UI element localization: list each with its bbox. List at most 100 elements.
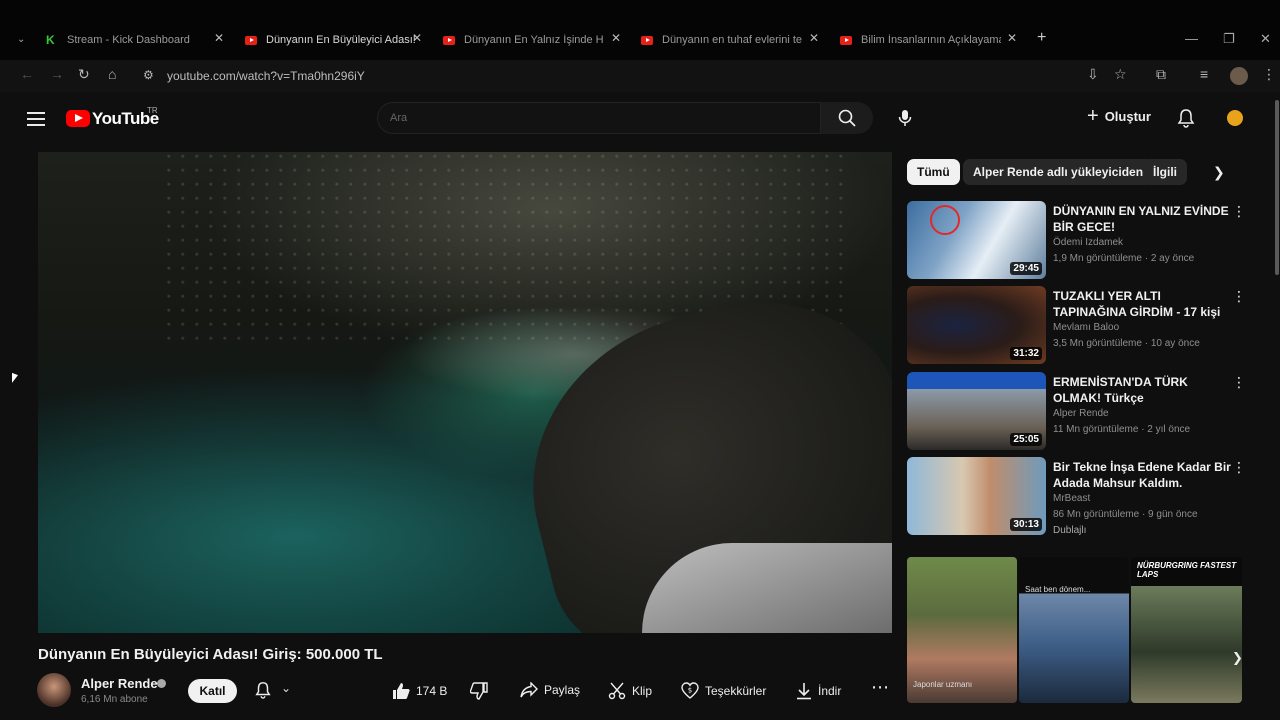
- kebab-menu-icon[interactable]: ⋮: [1232, 374, 1246, 391]
- browser-tab-kick[interactable]: K Stream - Kick Dashboard: [46, 28, 217, 52]
- dislike-button[interactable]: [470, 682, 494, 700]
- chip-related[interactable]: İlgili: [1143, 159, 1187, 185]
- tab-close-icon[interactable]: ✕: [214, 31, 224, 45]
- browser-tab-active-video[interactable]: Dünyanın En Büyüleyici Adası!: [245, 28, 416, 52]
- browser-menu-icon[interactable]: ⋮: [1262, 66, 1276, 83]
- thumbnail-circle-mark: [930, 205, 960, 235]
- short-caption: Saat ben dönem...: [1025, 585, 1091, 594]
- youtube-favicon-icon: [641, 35, 653, 45]
- recommendation-channel[interactable]: Ödemi Izdamek: [1053, 237, 1123, 248]
- thanks-button[interactable]: $ Teşekkürler: [681, 682, 766, 700]
- plus-icon: +: [1087, 105, 1099, 127]
- tab-title: Dünyanın En Büyüleyici Adası!: [266, 34, 416, 46]
- recommendation-channel[interactable]: MrBeast: [1053, 493, 1090, 504]
- recommendation-title[interactable]: TUZAKLI YER ALTI TAPINAĞINA GİRDİM - 17 …: [1053, 288, 1235, 320]
- tab-title: Stream - Kick Dashboard: [67, 34, 190, 46]
- subscriber-count: 6,16 Mn abone: [81, 694, 148, 705]
- close-window-icon[interactable]: ✕: [1260, 31, 1271, 47]
- thumbs-up-icon: [393, 683, 410, 699]
- recommendation-channel[interactable]: Mevlamı Baloo: [1053, 322, 1119, 333]
- share-button[interactable]: Paylaş: [520, 682, 580, 698]
- scissors-icon: [608, 682, 626, 700]
- browser-tab-video-4[interactable]: Bilim İnsanlarının Açıklayamad: [840, 28, 1001, 52]
- recommendation-meta: 3,5 Mn görüntüleme · 10 ay önce: [1053, 338, 1200, 349]
- channel-avatar[interactable]: [37, 673, 71, 707]
- video-duration: 31:32: [1010, 347, 1042, 360]
- short-thumbnail[interactable]: Japonlar uzmanı: [907, 557, 1017, 703]
- more-actions-icon[interactable]: ⋯: [871, 677, 889, 698]
- recommendation-channel[interactable]: Alper Rende: [1053, 408, 1109, 419]
- create-button[interactable]: + Oluştur: [1087, 105, 1151, 127]
- minimize-icon[interactable]: —: [1185, 31, 1198, 46]
- search-button[interactable]: [821, 102, 873, 134]
- recommendation-title[interactable]: Bir Tekne İnşa Edene Kadar Bir Adada Mah…: [1053, 459, 1235, 491]
- share-icon: [520, 682, 538, 698]
- youtube-favicon-icon: [443, 35, 455, 45]
- chip-from-uploader[interactable]: Alper Rende adlı yükleyiciden: [963, 159, 1154, 185]
- page-scrollbar[interactable]: [1275, 100, 1279, 275]
- video-thumbnail[interactable]: 30:13: [907, 457, 1046, 535]
- join-button[interactable]: Katıl: [188, 679, 237, 703]
- like-button[interactable]: 174 B: [392, 682, 447, 700]
- download-icon: [797, 683, 811, 700]
- tab-search-chevron-icon[interactable]: ⌄: [17, 34, 25, 45]
- url-field[interactable]: youtube.com/watch?v=Tma0hn296iY: [167, 69, 365, 83]
- recommendation-item[interactable]: 29:45 DÜNYANIN EN YALNIZ EVİNDE BİR GECE…: [907, 201, 1247, 281]
- media-control-icon[interactable]: ≡: [1200, 66, 1208, 82]
- video-thumbnail[interactable]: 25:05: [907, 372, 1046, 450]
- chevron-right-icon[interactable]: ❯: [1232, 650, 1243, 666]
- video-thumbnail[interactable]: 31:32: [907, 286, 1046, 364]
- recommendation-title[interactable]: ERMENİSTAN'DA TÜRK OLMAK! Türkçe konuştu…: [1053, 374, 1235, 406]
- chip-all[interactable]: Tümü: [907, 159, 960, 185]
- account-avatar[interactable]: [1227, 110, 1243, 126]
- recommendation-item[interactable]: 31:32 TUZAKLI YER ALTI TAPINAĞINA GİRDİM…: [907, 286, 1247, 366]
- extensions-icon[interactable]: ⧉: [1156, 66, 1166, 83]
- chevron-down-icon[interactable]: ⌄: [281, 681, 291, 695]
- forward-icon[interactable]: →: [50, 66, 64, 82]
- short-thumbnail[interactable]: NÜRBURGRING FASTEST LAPS: [1131, 557, 1242, 703]
- recommendation-item[interactable]: 25:05 ERMENİSTAN'DA TÜRK OLMAK! Türkçe k…: [907, 372, 1247, 452]
- video-thumbnail[interactable]: 29:45: [907, 201, 1046, 279]
- browser-tab-video-2[interactable]: Dünyanın En Yalnız İşinde Hiç: [443, 28, 604, 52]
- short-caption: Japonlar uzmanı: [913, 680, 973, 689]
- recommendation-title[interactable]: DÜNYANIN EN YALNIZ EVİNDE BİR GECE!: [1053, 203, 1235, 235]
- logo-country-code: TR: [147, 106, 158, 115]
- youtube-logo-icon[interactable]: [66, 110, 90, 127]
- download-button[interactable]: İndir: [796, 682, 841, 700]
- new-tab-button[interactable]: +: [1037, 29, 1046, 47]
- video-duration: 30:13: [1010, 518, 1042, 531]
- tab-close-icon[interactable]: ✕: [611, 31, 621, 45]
- browser-tab-video-3[interactable]: Dünyanın en tuhaf evlerini tes: [641, 28, 802, 52]
- home-icon[interactable]: ⌂: [108, 66, 116, 82]
- bookmark-star-icon[interactable]: ☆: [1114, 66, 1127, 83]
- tab-title: Bilim İnsanlarının Açıklayamad: [861, 34, 1001, 46]
- tab-title: Dünyanın En Yalnız İşinde Hiç: [464, 34, 604, 46]
- site-info-icon[interactable]: ⚙: [143, 68, 154, 82]
- channel-name[interactable]: Alper Rende: [81, 676, 158, 691]
- back-icon[interactable]: ←: [20, 66, 34, 82]
- tab-close-icon[interactable]: ✕: [809, 31, 819, 45]
- install-app-icon[interactable]: ⇩: [1087, 66, 1099, 83]
- kebab-menu-icon[interactable]: ⋮: [1232, 459, 1246, 476]
- clip-button[interactable]: Klip: [608, 682, 652, 700]
- video-player[interactable]: [38, 152, 892, 633]
- search-input[interactable]: Ara: [377, 102, 821, 134]
- kebab-menu-icon[interactable]: ⋮: [1232, 203, 1246, 220]
- hamburger-menu-icon[interactable]: [27, 112, 45, 126]
- create-label: Oluştur: [1104, 108, 1151, 124]
- chevron-right-icon[interactable]: ❯: [1213, 164, 1225, 181]
- recommendation-item[interactable]: 30:13 Bir Tekne İnşa Edene Kadar Bir Ada…: [907, 457, 1247, 537]
- dubbed-badge: Dublajlı: [1053, 525, 1087, 536]
- notifications-bell-icon[interactable]: [1176, 108, 1196, 128]
- voice-search-button[interactable]: [889, 102, 921, 134]
- tab-close-icon[interactable]: ✕: [412, 31, 422, 45]
- short-thumbnail[interactable]: Saat ben dönem...: [1019, 557, 1129, 703]
- tab-close-icon[interactable]: ✕: [1007, 31, 1017, 45]
- verified-badge-icon: [157, 679, 166, 688]
- reload-icon[interactable]: ↻: [78, 66, 90, 83]
- profile-avatar[interactable]: [1230, 67, 1248, 85]
- maximize-icon[interactable]: ❐: [1223, 31, 1235, 47]
- subscription-bell-icon[interactable]: [254, 681, 272, 699]
- microphone-icon: [898, 110, 912, 126]
- kebab-menu-icon[interactable]: ⋮: [1232, 288, 1246, 305]
